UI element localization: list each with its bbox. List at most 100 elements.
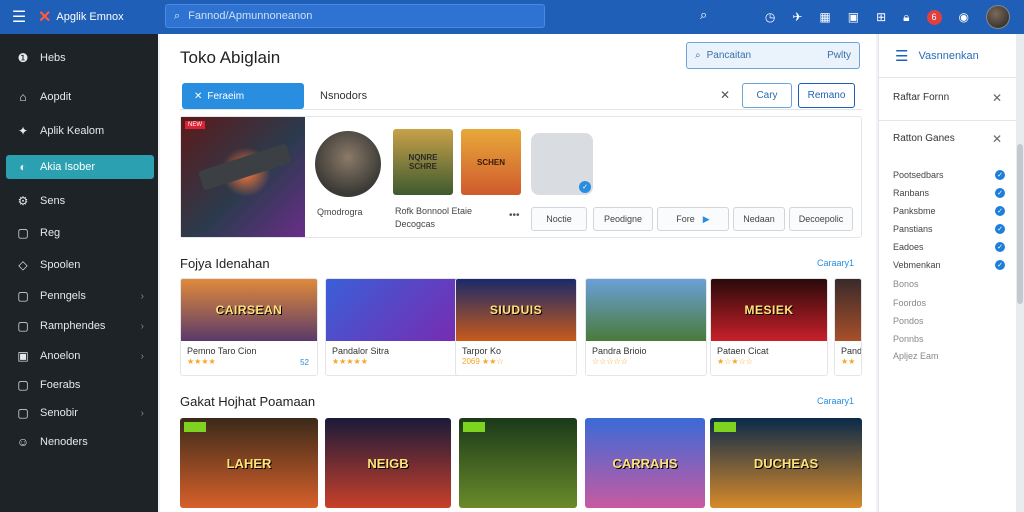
notification-icon[interactable]: 6	[926, 9, 942, 25]
more-icon[interactable]: •••	[509, 210, 520, 221]
scrollbar-thumb[interactable]	[1017, 144, 1023, 304]
game-card[interactable]: CAIRSEAN Pemno Taro Cion ★★★★ 52	[180, 278, 318, 376]
game-rating: ★★	[841, 357, 856, 366]
filter-option-plain[interactable]: Pondos	[893, 316, 1005, 326]
sidebar-item-11[interactable]: ▢ Senobir ›	[6, 401, 154, 425]
placeholder-tile[interactable]: ✓	[531, 133, 593, 195]
app-logo[interactable]: ✕ Apglik Emnox	[38, 7, 158, 27]
sidebar-item-2[interactable]: ✦ Aplik Kealom	[6, 119, 154, 143]
check-icon: ✓	[995, 188, 1005, 198]
sidebar-item-10[interactable]: ▢ Foerabs	[6, 373, 154, 397]
search-submit-icon[interactable]: ⌕	[700, 7, 707, 23]
list-icon[interactable]: ☰	[895, 47, 908, 65]
chip-0[interactable]: Noctie	[531, 207, 587, 231]
box-icon: ▢	[17, 319, 29, 333]
globe-icon[interactable]: ◉	[959, 10, 969, 24]
chip-1[interactable]: Peodigne	[593, 207, 653, 231]
clock-icon[interactable]: ◷	[765, 10, 775, 24]
game-card[interactable]: Pandalor Sitra ★★★★★	[325, 278, 463, 376]
plane-icon[interactable]: ✈	[792, 10, 802, 24]
global-search-input[interactable]: ⌕ Fannod/Apmunnoneanon	[165, 4, 545, 28]
new-tag	[184, 422, 206, 432]
filter-option-plain[interactable]: Apljez Eam	[893, 351, 1005, 361]
sidebar-item-label: Nenoders	[40, 436, 88, 448]
check-icon: ✓	[995, 224, 1005, 234]
close-icon: ✕	[194, 90, 203, 102]
info-icon: ❶	[17, 51, 29, 65]
grid-icon[interactable]: ▦	[819, 10, 830, 24]
clear-filter-icon[interactable]: ✕	[720, 88, 730, 102]
top-bar: ☰ ✕ Apglik Emnox ⌕ Fannod/Apmunnoneanon …	[0, 0, 1024, 34]
filter-option[interactable]: Eadoes ✓	[893, 242, 1005, 252]
sidebar-item-label: Foerabs	[40, 379, 81, 391]
game-card[interactable]: Pandr ★★	[834, 278, 862, 376]
filter-option[interactable]: Pootsedbars ✓	[893, 170, 1005, 180]
sidebar-item-8[interactable]: ▢ Ramphendes ›	[6, 314, 154, 338]
sidebar-item-5[interactable]: ▢ Reg	[6, 221, 154, 245]
cari-button[interactable]: Cary	[742, 83, 792, 108]
sidebar-item-9[interactable]: ▣ Anoelon ›	[6, 344, 154, 368]
section-link-1[interactable]: Caraary1	[817, 258, 854, 268]
right-panel-title: Vasnnenkan	[918, 49, 979, 62]
app-name: Apglik Emnox	[56, 11, 124, 23]
game-title: Pandr	[841, 346, 862, 356]
close-icon[interactable]: ✕	[992, 91, 1002, 105]
chip-4[interactable]: Decoepolic	[789, 207, 853, 231]
filter-option[interactable]: Panstians ✓	[893, 224, 1005, 234]
game-title: Pandalor Sitra	[332, 346, 390, 356]
vertical-scrollbar[interactable]	[1016, 34, 1024, 512]
game-thumb: CARRAHS	[585, 418, 705, 508]
sidebar-item-label: Anoelon	[40, 350, 81, 362]
lock-icon[interactable]: 🔒︎	[903, 10, 909, 25]
filter-option[interactable]: Panksbme ✓	[893, 206, 1005, 216]
sidebar-item-1[interactable]: ⌂ Aopdit	[6, 85, 154, 109]
game-card[interactable]: SIUDUIS Tarpor Ko 2069 ★★☆	[455, 278, 577, 376]
chip-3[interactable]: Nedaan	[733, 207, 785, 231]
store-search-input[interactable]: ⌕ Pancaitan Pwlty	[686, 42, 860, 69]
check-icon: ✓	[995, 260, 1005, 270]
sidebar-item-0[interactable]: ❶ Hebs	[6, 46, 154, 70]
gift-icon[interactable]: ⊞	[876, 10, 886, 24]
screenshot-tile-1[interactable]: NQNRE SCHRE	[393, 129, 453, 195]
screenshot-tile-2[interactable]: SCHEN	[461, 129, 521, 195]
game-rating: 2069 ★★☆	[462, 357, 504, 366]
store-search-option[interactable]: Pwlty	[827, 50, 851, 61]
menu-icon[interactable]: ☰	[0, 7, 38, 27]
sidebar-item-3[interactable]: ◐ Akia Isober	[6, 155, 154, 179]
game-tile[interactable]: LAHER	[180, 418, 318, 508]
game-tile[interactable]: CARRAHS	[585, 418, 705, 508]
game-tile[interactable]: DUCHEAS	[710, 418, 862, 508]
close-icon[interactable]: ✕	[992, 132, 1002, 146]
developer-avatar[interactable]	[315, 131, 381, 197]
hero-tag: NEW	[185, 121, 205, 129]
calendar-icon: ▣	[17, 349, 29, 363]
filter-option[interactable]: Ranbans ✓	[893, 188, 1005, 198]
remano-button[interactable]: Remano	[798, 83, 855, 108]
user-avatar[interactable]	[986, 5, 1010, 29]
filter-option-plain[interactable]: Ponnbs	[893, 334, 1005, 344]
game-tile[interactable]	[459, 418, 577, 508]
check-icon: ✓	[995, 206, 1005, 216]
filter-option[interactable]: Vebmenkan ✓	[893, 260, 1005, 270]
featured-hero-image[interactable]: NEW	[181, 117, 305, 237]
filter-option-plain[interactable]: Foordos	[893, 298, 1005, 308]
filter-button[interactable]: ✕ Feraeim	[182, 83, 304, 109]
sidebar-item-6[interactable]: ◇ Spoolen	[6, 253, 154, 277]
sidebar-item-12[interactable]: ☺ Nenoders	[6, 430, 154, 454]
chevron-right-icon: ›	[140, 320, 144, 332]
chevron-right-icon: ›	[140, 350, 144, 362]
game-card[interactable]: Pandra Brioio ☆☆☆☆☆	[585, 278, 707, 376]
right-panel-header: ☰ Vasnnenkan	[879, 34, 1017, 78]
filter-option-plain[interactable]: Bonos	[893, 279, 1005, 289]
chip-2[interactable]: Fore ▶	[657, 207, 729, 231]
game-card[interactable]: MESIEK Pataen Cicat ★☆★☆☆	[710, 278, 828, 376]
sidebar-item-4[interactable]: ⚙ Sens	[6, 189, 154, 213]
sidebar-item-7[interactable]: ▢ Penngels ›	[6, 284, 154, 308]
game-thumb	[326, 279, 462, 341]
left-sidebar: ❶ Hebs ⌂ Aopdit ✦ Aplik Kealom ◐ Akia Isober…	[0, 34, 158, 512]
game-tile[interactable]: NEIGB	[325, 418, 451, 508]
game-thumb: CAIRSEAN	[181, 279, 317, 341]
calendar-icon[interactable]: ▣	[848, 10, 859, 24]
section-link-2[interactable]: Caraary1	[817, 396, 854, 406]
sidebar-item-label: Aplik Kealom	[40, 125, 105, 137]
